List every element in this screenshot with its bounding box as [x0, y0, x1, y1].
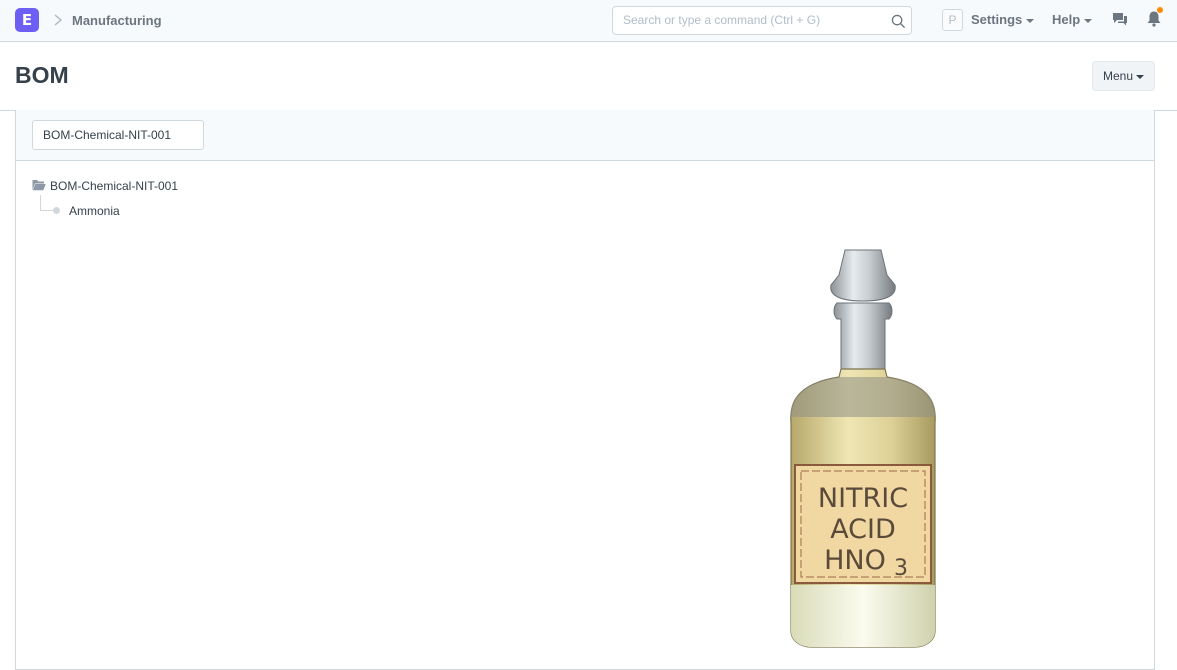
- tree-child-node[interactable]: Ammonia: [69, 204, 120, 218]
- caret-down-icon: [1136, 74, 1145, 79]
- label-line1: NITRIC: [818, 483, 908, 514]
- notification-dot: [1157, 7, 1163, 13]
- avatar[interactable]: P: [942, 9, 963, 31]
- app-logo[interactable]: E: [15, 8, 39, 32]
- tree-connector: [40, 195, 54, 211]
- product-image: NITRIC ACID HNO 3: [790, 249, 936, 648]
- page-title: BOM: [15, 62, 69, 88]
- filter-bar: [16, 110, 1154, 161]
- navbar: E Manufacturing P Settings Help: [0, 0, 1177, 42]
- tree-card: BOM-Chemical-NIT-001 Ammonia: [15, 110, 1155, 670]
- tree-root-label: BOM-Chemical-NIT-001: [50, 179, 179, 193]
- tree-root-node[interactable]: BOM-Chemical-NIT-001: [32, 179, 178, 193]
- help-dropdown[interactable]: Help: [1052, 12, 1093, 27]
- menu-button[interactable]: Menu: [1092, 61, 1155, 91]
- menu-button-label: Menu: [1103, 69, 1134, 83]
- chat-icon[interactable]: [1112, 12, 1128, 27]
- caret-down-icon: [1026, 18, 1035, 23]
- awesome-bar: [612, 6, 912, 35]
- search-input[interactable]: [623, 13, 883, 27]
- settings-dropdown[interactable]: Settings: [971, 12, 1035, 27]
- label-line3: HNO: [824, 545, 886, 576]
- chevron-right-icon: [54, 14, 63, 26]
- label-subscript: 3: [894, 556, 908, 581]
- settings-label: Settings: [971, 12, 1023, 27]
- help-label: Help: [1052, 12, 1081, 27]
- label-line2: ACID: [830, 514, 896, 545]
- folder-open-icon: [32, 180, 46, 191]
- caret-down-icon: [1084, 18, 1093, 23]
- breadcrumb-manufacturing[interactable]: Manufacturing: [72, 13, 162, 28]
- tree-leaf-dot: [53, 207, 60, 214]
- bom-filter-input[interactable]: [32, 120, 204, 150]
- search-icon[interactable]: [891, 14, 906, 29]
